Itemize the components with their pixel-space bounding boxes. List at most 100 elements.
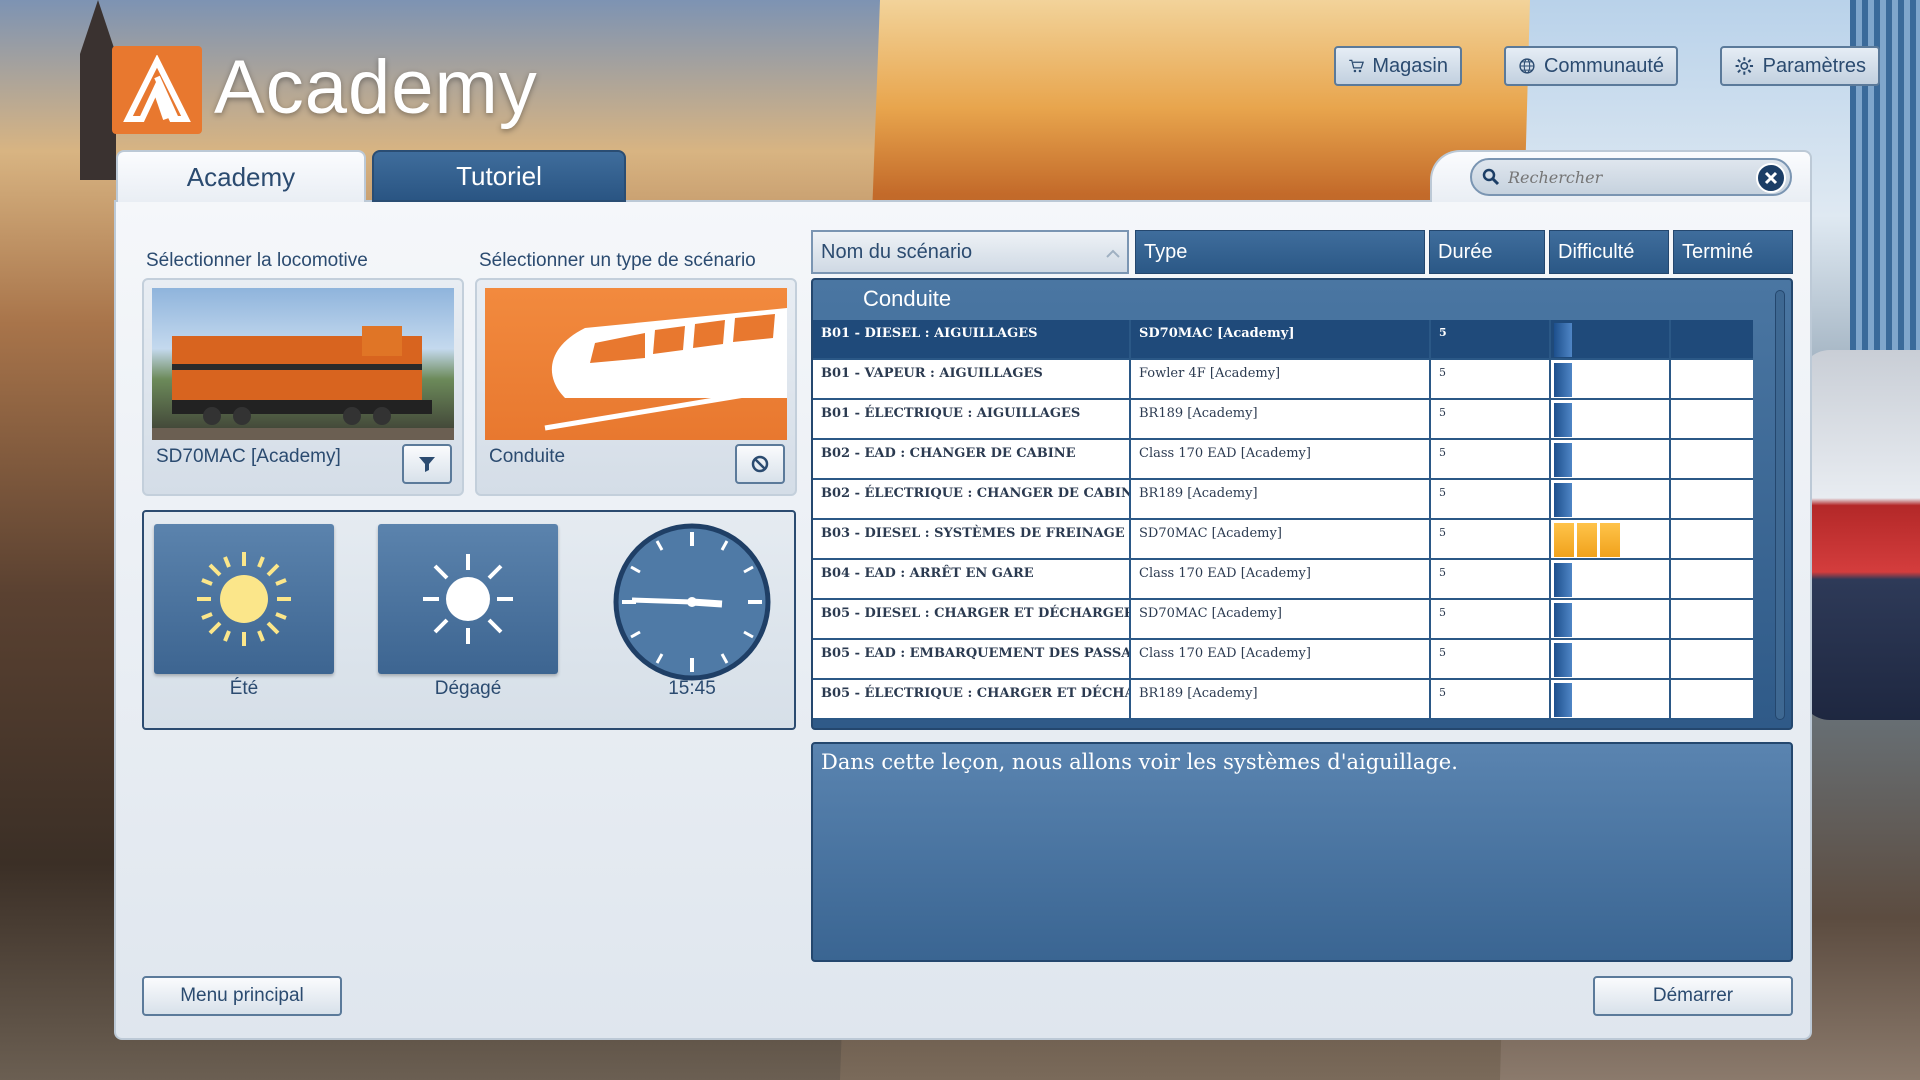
table-row[interactable]: B01 - DIESEL : AIGUILLAGES SD70MAC [Acade… (813, 320, 1753, 360)
search-input[interactable] (1508, 167, 1748, 187)
difficulty-bar (1554, 403, 1572, 437)
filter-button[interactable] (402, 444, 452, 484)
sort-ascending-icon (1106, 249, 1120, 258)
scenario-type-cell: BR189 [Academy] (1131, 480, 1431, 518)
scenario-difficulty-cell (1551, 320, 1671, 358)
table-row[interactable]: B01 - VAPEUR : AIGUILLAGES Fowler 4F [Aca… (813, 360, 1753, 400)
column-header-completed[interactable]: Terminé (1673, 230, 1793, 274)
filter-icon (419, 457, 435, 472)
difficulty-bar (1554, 643, 1572, 677)
scenario-duration-cell: 5 (1431, 680, 1551, 718)
scenario-completed-cell (1671, 520, 1753, 558)
weather-label: Dégagé (434, 678, 502, 699)
difficulty-bar (1600, 523, 1620, 557)
group-header[interactable]: Conduite (863, 286, 951, 312)
column-header-difficulty[interactable]: Difficulté (1549, 230, 1669, 274)
close-icon (1764, 171, 1778, 185)
scenario-type-cell: Class 170 EAD [Academy] (1131, 440, 1431, 478)
scenario-duration-cell: 5 (1431, 600, 1551, 638)
scenario-duration-cell: 5 (1431, 400, 1551, 438)
table-row[interactable]: B05 - ÉLECTRIQUE : CHARGER ET DÉCHARGERB… (813, 680, 1753, 720)
weather-button[interactable] (378, 524, 558, 674)
scenario-duration-cell: 5 (1431, 520, 1551, 558)
scenario-type-thumbnail (485, 288, 787, 440)
scenario-name-cell: B01 - VAPEUR : AIGUILLAGES (813, 360, 1131, 398)
difficulty-bar (1554, 483, 1572, 517)
locomotive-thumbnail (152, 288, 454, 440)
scenario-type-cell: SD70MAC [Academy] (1131, 320, 1431, 358)
scenario-difficulty-cell (1551, 600, 1671, 638)
difficulty-bar (1554, 443, 1572, 477)
community-label: Communauté (1543, 54, 1664, 77)
scenario-completed-cell (1671, 680, 1753, 718)
difficulty-bar (1554, 323, 1572, 357)
settings-button[interactable]: Paramètres (1720, 46, 1880, 86)
clear-search-button[interactable] (1756, 163, 1786, 193)
scenario-duration-cell: 5 (1431, 640, 1551, 678)
scenario-name-cell: B01 - ÉLECTRIQUE : AIGUILLAGES (813, 400, 1131, 438)
environment-panel: Été Dégagé 15:45 (142, 510, 796, 730)
locomotive-card[interactable]: SD70MAC [Academy] (142, 278, 464, 496)
clock-button[interactable] (612, 522, 772, 682)
column-header-type[interactable]: Type (1135, 230, 1425, 274)
scenario-difficulty-cell (1551, 520, 1671, 558)
scenario-name-cell: B05 - ÉLECTRIQUE : CHARGER ET DÉCHARGER (813, 680, 1131, 718)
difficulty-bar (1577, 523, 1597, 557)
table-row[interactable]: B02 - ÉLECTRIQUE : CHANGER DE CABINE BR18… (813, 480, 1753, 520)
scenario-difficulty-cell (1551, 480, 1671, 518)
scenario-completed-cell (1671, 640, 1753, 678)
season-label: Été (229, 678, 259, 699)
search-icon (1482, 168, 1500, 186)
scenario-difficulty-cell (1551, 360, 1671, 398)
settings-label: Paramètres (1762, 54, 1866, 77)
locomotive-section-label: Sélectionner la locomotive (146, 250, 368, 271)
cart-icon (1349, 59, 1365, 73)
table-row[interactable]: B02 - EAD : CHANGER DE CABINE Class 170 E… (813, 440, 1753, 480)
season-button[interactable] (154, 524, 334, 674)
scenario-difficulty-cell (1551, 400, 1671, 438)
community-button[interactable]: Communauté (1504, 46, 1678, 86)
column-header-duration[interactable]: Durée (1429, 230, 1545, 274)
scenario-completed-cell (1671, 360, 1753, 398)
globe-icon (1519, 58, 1535, 74)
difficulty-bar (1554, 563, 1572, 597)
tab-tutorial[interactable]: Tutoriel (372, 150, 626, 202)
scenario-type-cell: SD70MAC [Academy] (1131, 600, 1431, 638)
difficulty-bar (1554, 363, 1572, 397)
scenario-type-card[interactable]: Conduite (475, 278, 797, 496)
scenario-description: Dans cette leçon, nous allons voir les s… (811, 742, 1793, 962)
scenario-type-cell: BR189 [Academy] (1131, 680, 1431, 718)
start-button[interactable]: Démarrer (1593, 976, 1793, 1016)
scrollbar[interactable] (1775, 290, 1785, 720)
locomotive-name: SD70MAC [Academy] (156, 446, 341, 467)
main-menu-button[interactable]: Menu principal (142, 976, 342, 1016)
scenario-type-cell: Fowler 4F [Academy] (1131, 360, 1431, 398)
scenario-duration-cell: 5 (1431, 480, 1551, 518)
table-row[interactable]: B03 - DIESEL : SYSTÈMES DE FREINAGE AVAN… (813, 520, 1753, 560)
clock-icon (613, 523, 771, 681)
scenario-name-cell: B03 - DIESEL : SYSTÈMES DE FREINAGE AVAN… (813, 520, 1131, 558)
scenario-name-cell: B05 - DIESEL : CHARGER ET DÉCHARGER (813, 600, 1131, 638)
store-button[interactable]: Magasin (1334, 46, 1462, 86)
scenario-duration-cell: 5 (1431, 320, 1551, 358)
scenario-type-cell: Class 170 EAD [Academy] (1131, 560, 1431, 598)
scenario-completed-cell (1671, 560, 1753, 598)
tab-academy[interactable]: Academy (116, 150, 366, 202)
clear-scenario-type-button[interactable] (735, 444, 785, 484)
academy-logo-icon (112, 46, 202, 134)
scenario-completed-cell (1671, 440, 1753, 478)
app-title: Academy (214, 45, 538, 130)
table-row[interactable]: B05 - EAD : EMBARQUEMENT DES PASSAGERSCl… (813, 640, 1753, 680)
gear-icon (1735, 57, 1754, 75)
scenario-table: Conduite B01 - DIESEL : AIGUILLAGES SD70M… (811, 278, 1793, 730)
scenario-type-cell: Class 170 EAD [Academy] (1131, 640, 1431, 678)
scenario-name-cell: B02 - ÉLECTRIQUE : CHANGER DE CABINE (813, 480, 1131, 518)
scenario-type-name: Conduite (489, 446, 566, 467)
column-header-name[interactable]: Nom du scénario (811, 230, 1129, 274)
scenario-duration-cell: 5 (1431, 360, 1551, 398)
table-row[interactable]: B04 - EAD : ARRÊT EN GARE Class 170 EAD [… (813, 560, 1753, 600)
table-row[interactable]: B05 - DIESEL : CHARGER ET DÉCHARGER SD70M… (813, 600, 1753, 640)
table-row[interactable]: B01 - ÉLECTRIQUE : AIGUILLAGES BR189 [Aca… (813, 400, 1753, 440)
scenario-difficulty-cell (1551, 640, 1671, 678)
search-box (1470, 158, 1792, 196)
